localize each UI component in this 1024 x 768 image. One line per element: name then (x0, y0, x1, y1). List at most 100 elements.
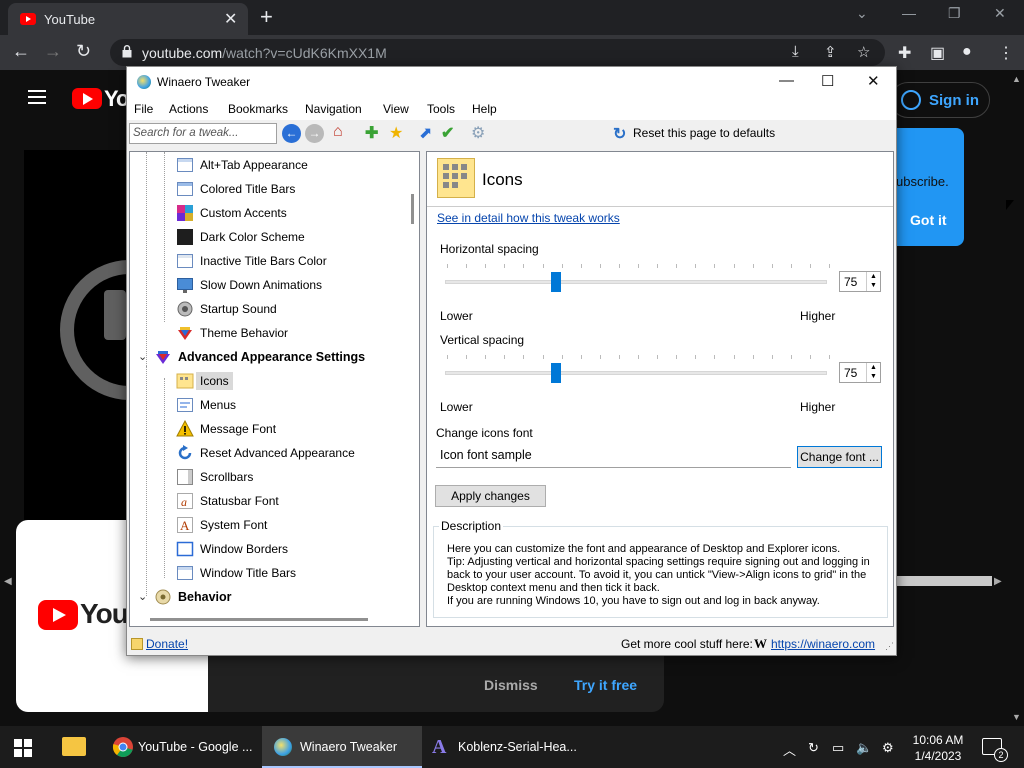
menu-file[interactable]: File (134, 102, 153, 116)
got-it-button[interactable]: Got it (910, 212, 947, 228)
menu-icon (176, 396, 194, 414)
slider-tick (753, 264, 754, 268)
settings-gear-icon[interactable]: ⚙ (882, 740, 894, 756)
tray-overflow-chevron-icon[interactable]: ︿ (783, 740, 796, 759)
apply-check-icon[interactable]: ✔ (441, 123, 454, 143)
change-font-button[interactable]: Change font ... (797, 446, 882, 468)
close-tab-icon[interactable]: ✕ (224, 9, 237, 29)
menu-tools[interactable]: Tools (427, 102, 455, 116)
tree-vertical-scrollbar[interactable] (406, 152, 419, 626)
youtube-logo-icon (38, 600, 78, 630)
install-icon[interactable]: ⤓ (792, 43, 799, 60)
status-bar: Donate! Get more cool stuff here: W http… (127, 633, 896, 655)
font-sample-field[interactable]: Icon font sample (436, 445, 791, 468)
horizontal-slider-thumb[interactable] (551, 272, 561, 292)
menu-actions[interactable]: Actions (169, 102, 208, 116)
youtube-logo-icon[interactable] (72, 88, 102, 109)
dismiss-button[interactable]: Dismiss (484, 677, 538, 693)
collapse-chevron-icon[interactable]: ⌄ (138, 590, 147, 603)
spin-arrows-icon[interactable]: ▲ ▼ (866, 272, 880, 291)
tree-horizontal-scrollbar[interactable] (150, 618, 368, 621)
collapse-chevron-icon[interactable]: ⌄ (138, 350, 147, 363)
dark-scheme-icon (176, 228, 194, 246)
menu-navigation[interactable]: Navigation (305, 102, 362, 116)
network-icon[interactable]: ▭ (832, 740, 844, 756)
profile-icon[interactable]: ● (962, 43, 972, 61)
notification-count-badge: 2 (994, 748, 1008, 762)
detail-link[interactable]: See in detail how this tweak works (437, 211, 620, 225)
sign-in-button[interactable]: Sign in (890, 82, 990, 118)
menu-help[interactable]: Help (472, 102, 497, 116)
forward-icon[interactable]: → (44, 41, 62, 62)
window-titlebar[interactable]: Winaero Tweaker — ☐ ✕ (127, 67, 896, 98)
horizontal-spacing-spinbox[interactable]: 75 ▲ ▼ (839, 271, 881, 292)
slider-tick (543, 355, 544, 359)
clock-time[interactable]: 10:06 AM (906, 733, 970, 747)
slider-tick (523, 264, 524, 268)
close-window-icon[interactable]: ✕ (994, 5, 1006, 22)
update-icon[interactable]: ↻ (808, 740, 819, 756)
horizontal-spacing-slider[interactable] (445, 280, 827, 284)
scrollbar-thumb[interactable] (411, 194, 414, 224)
restore-icon[interactable]: ❐ (948, 5, 961, 22)
windows-start-icon[interactable] (14, 739, 32, 757)
slider-tick (791, 355, 792, 359)
address-bar[interactable]: youtube.com/watch?v=cUdK6KmXX1M ⤓ ⇪ ☆ (110, 39, 885, 66)
horizontal-scrollbar[interactable] (896, 576, 992, 586)
bookmark-star-icon[interactable]: ☆ (857, 43, 870, 61)
browser-tab[interactable]: YouTube ✕ (8, 3, 248, 35)
scroll-left-icon[interactable]: ◀ (4, 576, 12, 587)
vertical-spacing-slider[interactable] (445, 371, 827, 375)
vertical-spacing-spinbox[interactable]: 75 ▲ ▼ (839, 362, 881, 383)
settings-gear-icon[interactable]: ⚙ (471, 123, 485, 143)
taskbar-item-font-app[interactable]: A Koblenz-Serial-Hea... (424, 726, 584, 768)
chrome-menu-icon[interactable]: ⋮ (998, 43, 1014, 63)
add-bookmark-icon[interactable]: ✚ (365, 123, 378, 143)
spin-arrows-icon[interactable]: ▲ ▼ (866, 363, 880, 382)
more-stuff-label: Get more cool stuff here: (621, 637, 753, 651)
taskbar: YouTube - Google ... Winaero Tweaker A K… (0, 726, 1024, 768)
menu-bookmarks[interactable]: Bookmarks (228, 102, 288, 116)
clock-date[interactable]: 1/4/2023 (906, 749, 970, 763)
reset-page-button[interactable]: Reset this page to defaults (633, 126, 775, 140)
scroll-up-icon[interactable]: ▲ (1012, 74, 1021, 84)
file-explorer-icon[interactable] (62, 737, 86, 756)
close-icon[interactable]: ✕ (867, 72, 880, 90)
scroll-right-icon[interactable]: ▶ (994, 576, 1002, 587)
reload-icon[interactable]: ↻ (76, 41, 91, 62)
try-free-button[interactable]: Try it free (574, 677, 637, 693)
slider-tick (543, 264, 544, 268)
home-icon[interactable]: ⌂ (333, 123, 343, 141)
vertical-slider-thumb[interactable] (551, 363, 561, 383)
back-icon[interactable]: ← (282, 124, 301, 143)
icons-folder-icon (176, 372, 194, 390)
volume-icon[interactable]: 🔈 (856, 740, 872, 756)
slider-tick (485, 355, 486, 359)
apply-changes-button[interactable]: Apply changes (435, 485, 546, 507)
maximize-icon[interactable]: ☐ (821, 72, 834, 90)
menu-view[interactable]: View (383, 102, 409, 116)
slider-tick (562, 264, 563, 268)
new-tab-icon[interactable]: + (260, 4, 273, 30)
extensions-icon[interactable]: ✚ (898, 43, 911, 63)
reset-page-icon[interactable]: ↻ (613, 124, 626, 144)
resize-grip-icon[interactable]: ⋰ (885, 641, 894, 652)
search-input[interactable]: Search for a tweak... (129, 123, 277, 144)
export-icon[interactable]: ⬈ (419, 123, 432, 143)
tab-search-chevron-icon[interactable]: ⌄ (856, 5, 868, 22)
monitor-icon (176, 276, 194, 294)
donate-link[interactable]: Donate! (146, 637, 188, 651)
hamburger-menu-icon[interactable] (28, 90, 46, 108)
back-icon[interactable]: ← (12, 41, 30, 62)
scroll-down-icon[interactable]: ▼ (1012, 712, 1021, 722)
taskbar-item-winaero[interactable]: Winaero Tweaker (262, 726, 422, 768)
share-icon[interactable]: ⇪ (824, 43, 837, 61)
bookmarks-star-icon[interactable]: ★ (389, 123, 403, 143)
minimize-icon[interactable]: — (902, 5, 916, 21)
winaero-site-link[interactable]: https://winaero.com (771, 637, 875, 651)
mouse-cursor-icon (1006, 200, 1014, 210)
side-panel-icon[interactable]: ▣ (930, 43, 945, 63)
forward-icon[interactable]: → (305, 124, 324, 143)
taskbar-item-chrome[interactable]: YouTube - Google ... (104, 726, 260, 768)
minimize-icon[interactable]: — (779, 72, 794, 89)
